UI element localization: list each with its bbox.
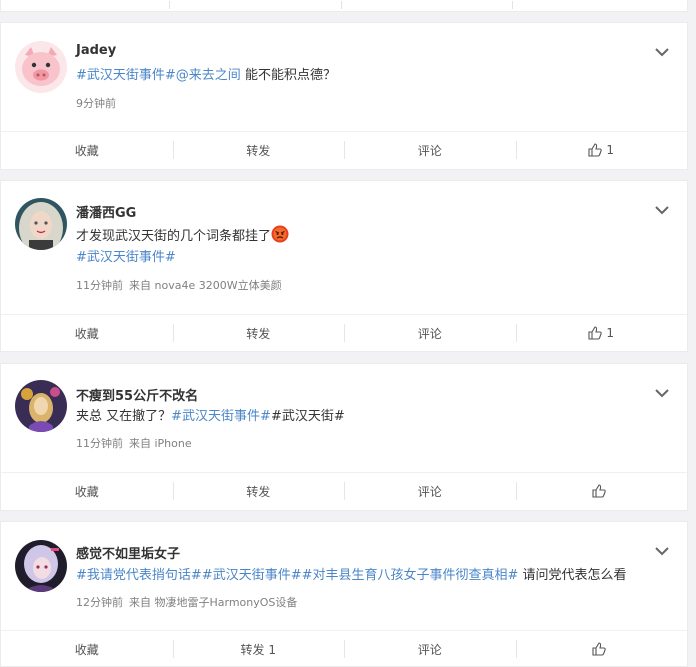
- post-time[interactable]: 11分钟前: [76, 437, 123, 450]
- post-actions: 收藏 转发 评论: [1, 472, 687, 509]
- like-count: 1: [606, 326, 615, 340]
- favorite-button[interactable]: 收藏: [1, 473, 173, 509]
- username[interactable]: 潘潘西GG: [76, 202, 136, 221]
- favorite-label: 收藏: [74, 143, 99, 158]
- post-time[interactable]: 9分钟前: [76, 97, 116, 110]
- mention-link[interactable]: @来去之间: [176, 68, 241, 83]
- post-card: 潘潘西GG 才发现武汉天街的几个词条都挂了 #武汉天街事件# 11分钟前 来自 n…: [0, 180, 688, 352]
- post-text-body: 夹总 又在撤了？: [76, 409, 172, 424]
- post-card: 感觉不如里垢女子 #我请党代表捎句话##武汉天街事件##对丰县生育八孩女子事件彻…: [0, 521, 688, 667]
- post-source: 来自 nova4e 3200W立体美颜: [129, 279, 282, 292]
- post-time[interactable]: 11分钟前: [76, 279, 123, 292]
- chevron-down-icon[interactable]: [655, 47, 669, 57]
- post-text-body: 能不能积点德？: [240, 68, 336, 83]
- repost-button[interactable]: 转发: [172, 473, 345, 509]
- post-text: #我请党代表捎句话##武汉天街事件##对丰县生育八孩女子事件彻查真相# 请问党代…: [76, 567, 627, 585]
- repost-button[interactable]: 转发: [172, 315, 345, 351]
- favorite-button[interactable]: 收藏: [1, 315, 173, 351]
- post-text: #武汉天街事件#@来去之间 能不能积点德？: [76, 67, 336, 85]
- repost-button[interactable]: 转发: [172, 132, 345, 168]
- hashtag-link[interactable]: #我请党代表捎句话#: [76, 568, 202, 583]
- hashtag-link[interactable]: #武汉天街事件#: [76, 68, 176, 83]
- like-count: 1: [606, 143, 615, 157]
- username[interactable]: 不瘦到55公斤不改名: [76, 385, 198, 404]
- post-meta: 9分钟前: [76, 95, 116, 111]
- repost-label: 转发 1: [240, 642, 276, 657]
- post-source: 来自 物凄地雷子HarmonyOS设备: [129, 596, 298, 609]
- repost-label: 转发: [246, 326, 271, 341]
- repost-button[interactable]: 转发 1: [172, 631, 345, 667]
- comment-label: 评论: [417, 143, 442, 158]
- previous-post-card: [0, 0, 688, 12]
- chevron-down-icon[interactable]: [655, 546, 669, 556]
- post-actions: 收藏 转发 评论 1: [1, 314, 687, 351]
- repost-label: 转发: [246, 484, 271, 499]
- hashtag-link[interactable]: #对丰县生育八孩女子事件彻查真相#: [302, 568, 519, 583]
- angry-face-icon: [271, 225, 289, 249]
- hashtag-link[interactable]: #武汉天街事件#: [171, 409, 271, 424]
- like-button[interactable]: 1: [515, 132, 688, 168]
- favorite-label: 收藏: [74, 484, 99, 499]
- avatar[interactable]: [15, 540, 67, 592]
- avatar[interactable]: [15, 380, 67, 432]
- post-text-body: 才发现武汉天街的几个词条都挂了: [76, 229, 272, 244]
- hashtag-link[interactable]: #武汉天街事件#: [76, 249, 176, 267]
- thumbs-up-icon: [588, 143, 603, 157]
- like-button[interactable]: [515, 473, 688, 509]
- favorite-button[interactable]: 收藏: [1, 631, 173, 667]
- favorite-label: 收藏: [74, 642, 99, 657]
- thumbs-up-icon: [592, 484, 606, 498]
- chevron-down-icon[interactable]: [655, 388, 669, 398]
- thumbs-up-icon: [592, 642, 606, 656]
- comment-button[interactable]: 评论: [344, 132, 516, 168]
- post-source: 来自 iPhone: [129, 437, 192, 450]
- chevron-down-icon[interactable]: [655, 205, 669, 215]
- avatar[interactable]: [15, 41, 67, 93]
- repost-label: 转发: [246, 143, 271, 158]
- username[interactable]: 感觉不如里垢女子: [76, 543, 180, 562]
- comment-button[interactable]: 评论: [344, 631, 516, 667]
- thumbs-up-icon: [588, 326, 603, 340]
- post-time[interactable]: 12分钟前: [76, 596, 123, 609]
- like-button[interactable]: 1: [515, 315, 688, 351]
- comment-button[interactable]: 评论: [344, 473, 516, 509]
- post-meta: 11分钟前 来自 nova4e 3200W立体美颜: [76, 277, 282, 293]
- favorite-label: 收藏: [74, 326, 99, 341]
- post-card: Jadey #武汉天街事件#@来去之间 能不能积点德？ 9分钟前 收藏 转发 评…: [0, 22, 688, 170]
- post-card: 不瘦到55公斤不改名 夹总 又在撤了？#武汉天街事件##武汉天街# 11分钟前来…: [0, 363, 688, 511]
- post-text-body: 请问党代表怎么看: [518, 568, 627, 583]
- comment-label: 评论: [417, 642, 442, 657]
- hashtag-link[interactable]: #武汉天街事件#: [202, 568, 302, 583]
- hashtag-text: #武汉天街#: [270, 409, 345, 424]
- post-meta: 12分钟前 来自 物凄地雷子HarmonyOS设备: [76, 594, 297, 610]
- username[interactable]: Jadey: [76, 43, 116, 58]
- post-text: 才发现武汉天街的几个词条都挂了: [76, 225, 289, 249]
- like-button[interactable]: [515, 631, 688, 667]
- comment-label: 评论: [417, 326, 442, 341]
- avatar[interactable]: [15, 198, 67, 250]
- comment-label: 评论: [417, 484, 442, 499]
- comment-button[interactable]: 评论: [344, 315, 516, 351]
- post-actions: 收藏 转发 1 评论: [1, 630, 687, 667]
- favorite-button[interactable]: 收藏: [1, 132, 173, 168]
- post-meta: 11分钟前 来自 iPhone: [76, 435, 192, 451]
- post-text: 夹总 又在撤了？#武汉天街事件##武汉天街#: [76, 408, 345, 426]
- post-actions: 收藏 转发 评论 1: [1, 131, 687, 168]
